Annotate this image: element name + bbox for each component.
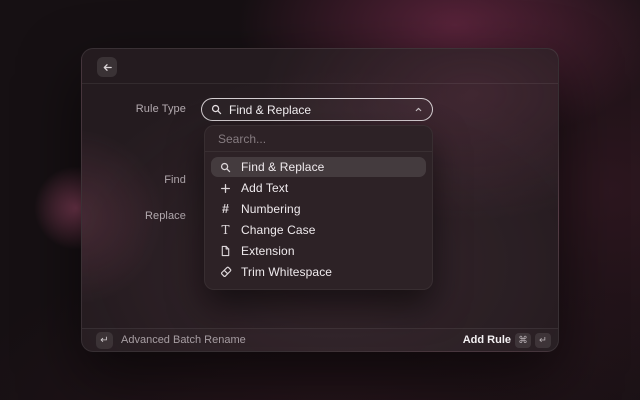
chevron-up-icon [414,105,423,114]
window-footer: ↵ Advanced Batch Rename Add Rule ⌘ ↵ [82,328,558,351]
replace-label: Replace [82,205,186,228]
eraser-icon [219,266,232,278]
search-icon [219,162,232,173]
return-key-badge: ↵ [535,333,551,348]
combobox-value: Find & Replace [229,103,407,117]
file-icon [219,245,232,257]
dropdown-option-label: Numbering [241,202,301,216]
dropdown-option[interactable]: Extension [211,241,426,261]
dropdown-option[interactable]: Add Text [211,178,426,198]
dropdown-option[interactable]: Trim Whitespace [211,262,426,282]
app-icon-glyph: ↵ [100,335,108,346]
dropdown-option-label: Change Case [241,223,315,237]
return-icon: ↵ [96,332,113,349]
dropdown-option-label: Add Text [241,181,288,195]
dropdown-option[interactable]: # Numbering [211,199,426,219]
app-name: Advanced Batch Rename [121,334,246,346]
window-header [82,49,558,84]
dropdown-option[interactable]: Find & Replace [211,157,426,177]
search-icon [211,104,222,115]
add-rule-button[interactable]: Add Rule [463,334,511,346]
plus-icon [219,183,232,194]
batch-rename-window: Rule Type Find Replace Find & Replace Fi… [81,48,559,352]
app-background: Rule Type Find Replace Find & Replace Fi… [0,0,640,400]
arrow-left-icon [102,62,113,73]
back-button[interactable] [97,57,117,77]
dropdown-option[interactable]: T Change Case [211,220,426,240]
text-case-icon: T [219,223,232,237]
rule-type-combobox[interactable]: Find & Replace [201,98,433,121]
dropdown-option-label: Trim Whitespace [241,265,332,279]
dropdown-option-label: Extension [241,244,295,258]
rule-type-dropdown: Find & Replace Add Text # Numbering T Ch… [204,125,433,290]
rule-type-label: Rule Type [82,98,186,121]
command-key-badge: ⌘ [515,333,531,348]
dropdown-options: Find & Replace Add Text # Numbering T Ch… [205,152,432,289]
find-label: Find [82,169,186,192]
dropdown-option-label: Find & Replace [241,160,324,174]
hash-icon: # [219,202,232,216]
dropdown-search-input[interactable] [205,126,432,152]
